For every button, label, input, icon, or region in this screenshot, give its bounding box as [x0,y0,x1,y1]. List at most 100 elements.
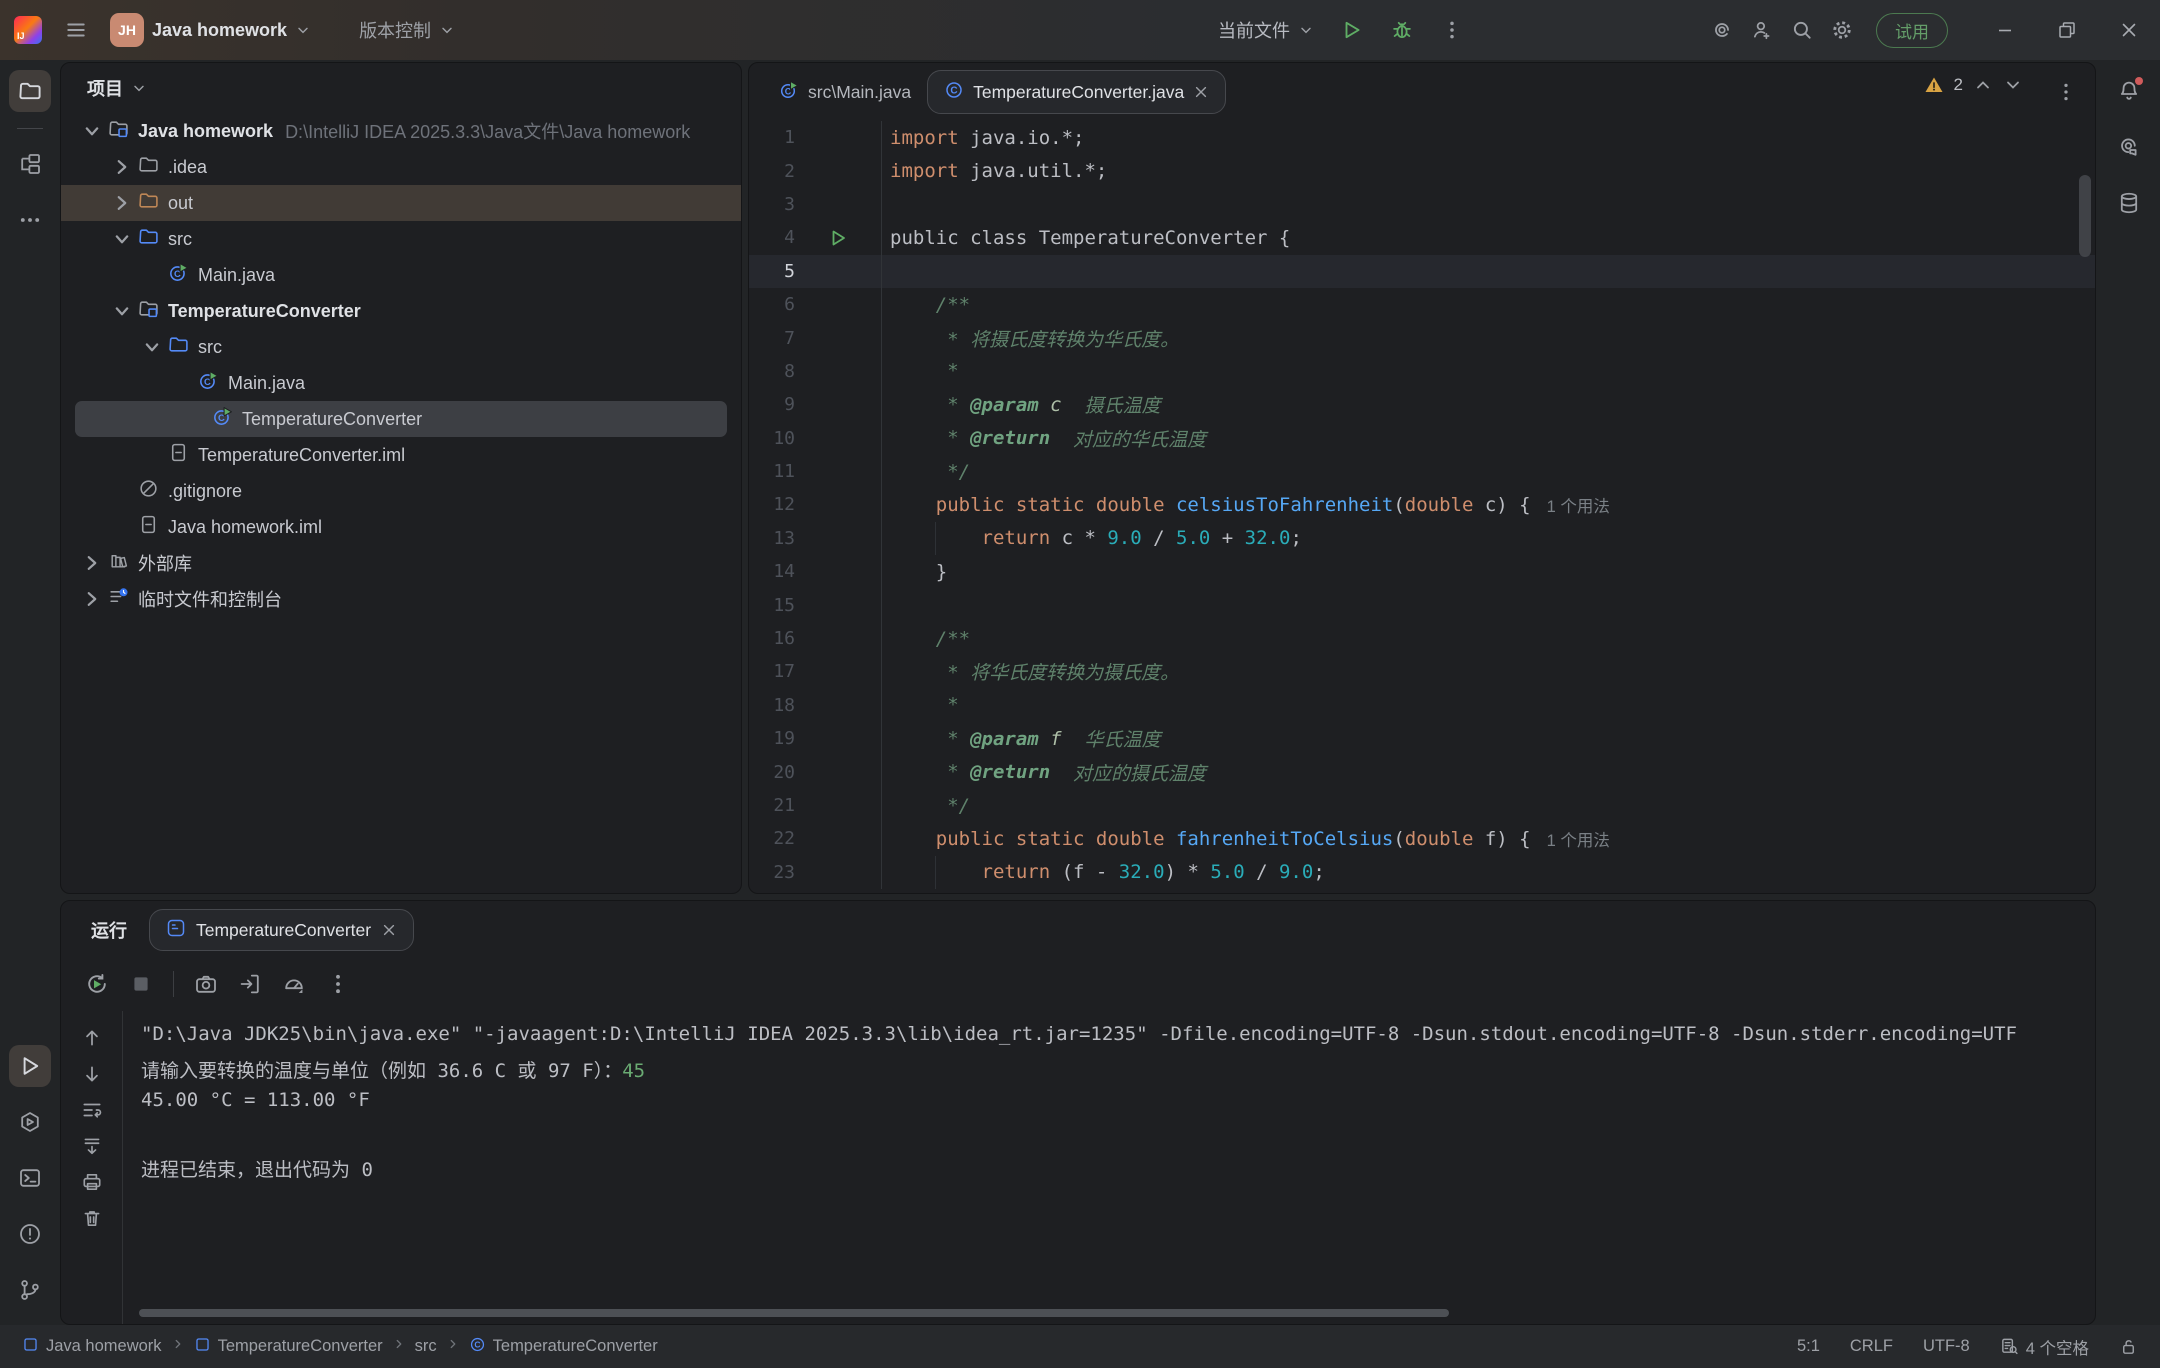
editor-tab[interactable]: Csrc\Main.java [763,70,927,114]
search-everywhere-button[interactable] [1782,10,1822,50]
settings-button[interactable] [1822,10,1862,50]
run-gutter-icon[interactable] [795,228,881,248]
tool-window-structure-button[interactable] [9,143,51,185]
tree-indent [139,262,165,288]
trial-badge[interactable]: 试用 [1876,13,1948,48]
tool-window-problems-button[interactable] [9,1213,51,1255]
code-editor[interactable]: 1import java.io.*;2import java.util.*;34… [749,121,2095,889]
tool-window-run-button[interactable] [9,1045,51,1087]
tree-item[interactable]: TemperatureConverter [61,293,741,329]
print-button[interactable] [81,1171,103,1193]
tree-item[interactable]: Java homework.iml [61,509,741,545]
minimize-button[interactable] [1974,0,2036,60]
tree-expand-chevron-icon[interactable] [109,226,135,252]
attach-console-button[interactable] [238,972,262,996]
code-line: 1import java.io.*; [749,121,2095,154]
chevron-down-icon [439,22,455,38]
rerun-button[interactable] [85,972,109,996]
tree-expand-chevron-icon[interactable] [109,154,135,180]
line-separator[interactable]: CRLF [1850,1337,1893,1356]
console-icon [166,918,186,943]
prev-warning-chevron-up-icon[interactable] [1973,75,1993,95]
breadcrumb-item[interactable]: TemperatureConverter [194,1336,383,1358]
breadcrumb-item[interactable]: Java homework [22,1336,162,1358]
run-config-selector[interactable]: 当前文件 [1218,17,1314,43]
tree-item[interactable]: out [61,185,741,221]
next-warning-chevron-down-icon[interactable] [2003,75,2023,95]
database-button[interactable] [2108,182,2150,224]
ai-chat-button[interactable] [2108,126,2150,168]
tool-window-terminal-button[interactable] [9,1157,51,1199]
run-tab[interactable]: TemperatureConverter [149,909,414,951]
close-button[interactable] [2098,0,2160,60]
services-hexagon-icon [18,1110,42,1134]
tree-expand-chevron-icon[interactable] [79,586,105,612]
run-options-kebab-icon[interactable] [326,972,350,996]
more-tool-windows-button[interactable] [9,199,51,241]
foldersrc-icon [135,227,161,251]
tree-item[interactable]: CMain.java [61,257,741,293]
ai-assistant-button[interactable] [1702,10,1742,50]
snapshot-camera-button[interactable] [194,972,218,996]
restore-button[interactable] [2036,0,2098,60]
tree-item[interactable]: Java homeworkD:\IntelliJ IDEA 2025.3.3\J… [61,113,741,149]
scroll-to-end-button[interactable] [81,1135,103,1157]
unlock-icon[interactable] [2119,1337,2138,1356]
scratch-icon [105,587,131,611]
tree-item-label: Main.java [228,373,305,394]
file-encoding[interactable]: UTF-8 [1923,1337,1970,1356]
project-panel-header[interactable]: 项目 [61,63,741,113]
toolbar-separator [173,971,174,997]
tree-expand-chevron-icon[interactable] [139,334,165,360]
notifications-button[interactable] [2108,70,2150,112]
breadcrumb-item[interactable]: CTemperatureConverter [469,1336,658,1358]
console-line: 45.00 °C = 113.00 °F [141,1089,2095,1122]
tree-item[interactable]: .idea [61,149,741,185]
caret-position[interactable]: 5:1 [1797,1337,1820,1356]
indent-setting[interactable]: 4 个空格 [2000,1335,2089,1359]
console-horizontal-scrollbar[interactable] [139,1309,1449,1317]
debug-button[interactable] [1382,10,1422,50]
play-icon [1341,19,1363,41]
tree-item[interactable]: 临时文件和控制台 [61,581,741,617]
tree-item[interactable]: CMain.java [61,365,741,401]
run-button[interactable] [1332,10,1372,50]
line-number: 9 [749,394,795,415]
tool-window-services-button[interactable] [9,1101,51,1143]
more-run-options-button[interactable] [1432,10,1472,50]
breadcrumb-item[interactable]: src [415,1337,437,1356]
tree-item[interactable]: src [61,221,741,257]
code-with-me-button[interactable] [1742,10,1782,50]
inspections-widget[interactable]: 2 [1924,75,2023,95]
close-tab-icon[interactable] [381,922,397,938]
tree-item[interactable]: src [61,329,741,365]
tree-expand-chevron-icon[interactable] [79,550,105,576]
tree-item[interactable]: .gitignore [61,473,741,509]
scroll-down-button[interactable] [81,1063,103,1085]
tree-expand-chevron-icon[interactable] [109,298,135,324]
project-widget[interactable]: JH Java homework [110,13,311,47]
chevron-down-icon [1298,22,1314,38]
close-tab-icon[interactable] [1193,84,1209,100]
tree-item[interactable]: TemperatureConverter.iml [61,437,741,473]
restore-icon [2057,20,2077,40]
editor-tab-active[interactable]: CTemperatureConverter.java [927,70,1226,114]
tree-expand-chevron-icon[interactable] [109,190,135,216]
tree-expand-chevron-icon[interactable] [79,118,105,144]
tool-window-git-button[interactable] [9,1269,51,1311]
vcs-widget[interactable]: 版本控制 [359,17,455,43]
scroll-up-button[interactable] [81,1027,103,1049]
profiler-gauge-button[interactable] [282,972,306,996]
tab-options-kebab-icon[interactable] [2055,81,2077,103]
soft-wrap-button[interactable] [81,1099,103,1121]
tree-item[interactable]: 外部库 [61,545,741,581]
console-output[interactable]: "D:\Java JDK25\bin\java.exe" "-javaagent… [123,1011,2095,1324]
left-tool-strip [0,60,60,1325]
clear-console-trash-button[interactable] [81,1207,103,1229]
tree-item-label: TemperatureConverter [168,301,361,322]
editor-scrollbar[interactable] [2079,175,2091,257]
tree-item[interactable]: CTemperatureConverter [75,401,727,437]
tool-window-project-button[interactable] [9,70,51,112]
main-menu-button[interactable] [56,10,96,50]
stop-button[interactable] [129,972,153,996]
